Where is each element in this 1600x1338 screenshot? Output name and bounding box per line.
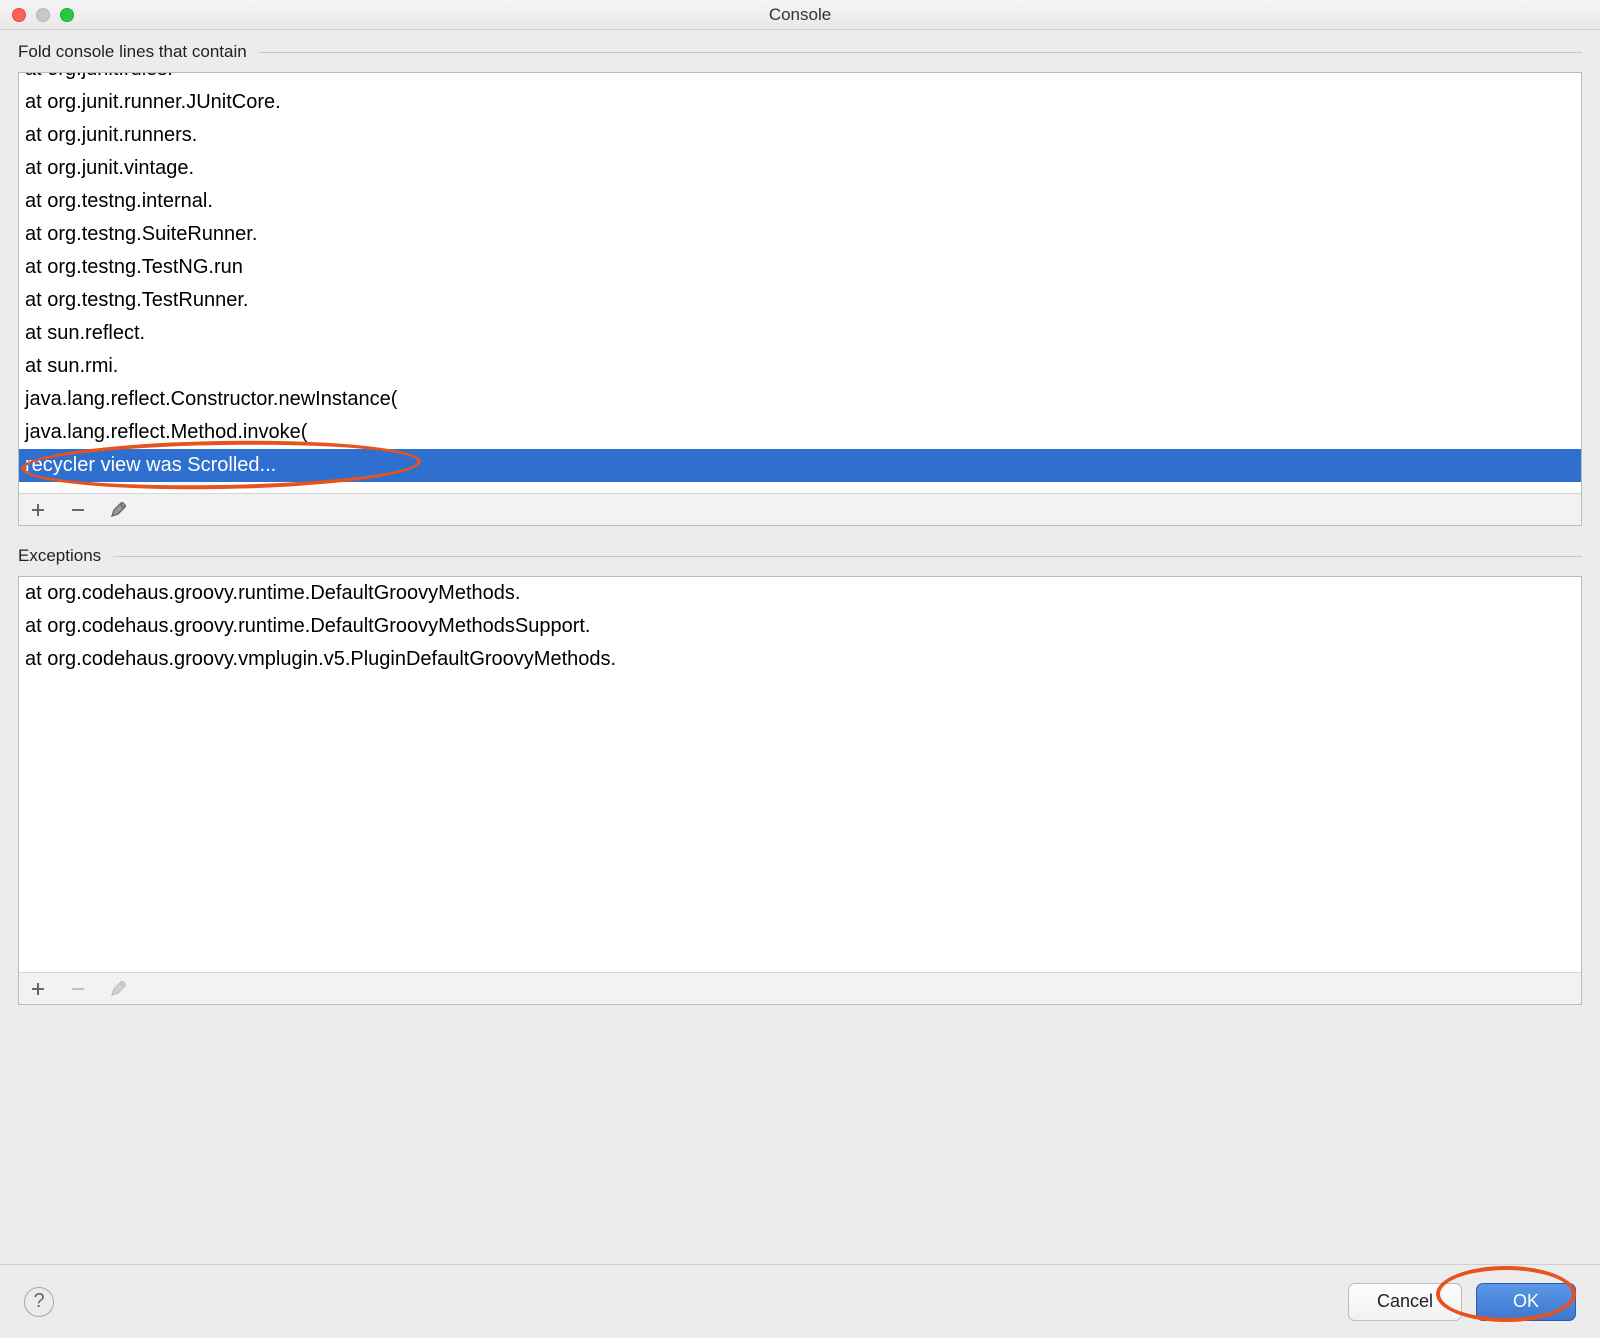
cancel-button[interactable]: Cancel bbox=[1348, 1283, 1462, 1321]
list-item[interactable]: at org.junit.vintage. bbox=[19, 152, 1581, 185]
list-item[interactable]: at org.codehaus.groovy.vmplugin.v5.Plugi… bbox=[19, 643, 1581, 676]
list-item[interactable]: recycler view was Scrolled... bbox=[19, 449, 1581, 482]
divider bbox=[113, 556, 1582, 557]
remove-icon[interactable] bbox=[69, 501, 87, 519]
fold-section-label: Fold console lines that contain bbox=[18, 42, 247, 62]
edit-icon[interactable] bbox=[109, 501, 127, 519]
zoom-window-button[interactable] bbox=[60, 8, 74, 22]
fold-list-body[interactable]: at org.junit.rules.at org.junit.runner.J… bbox=[19, 73, 1581, 493]
footer: ? Cancel OK bbox=[0, 1264, 1600, 1338]
window-title: Console bbox=[769, 5, 831, 25]
exceptions-toolbar bbox=[19, 972, 1581, 1004]
content: Fold console lines that contain at org.j… bbox=[0, 30, 1600, 1005]
fold-toolbar bbox=[19, 493, 1581, 525]
list-item[interactable]: at org.testng.TestRunner. bbox=[19, 284, 1581, 317]
edit-icon bbox=[109, 980, 127, 998]
exceptions-section-label: Exceptions bbox=[18, 546, 101, 566]
list-item[interactable]: at org.codehaus.groovy.runtime.DefaultGr… bbox=[19, 610, 1581, 643]
list-item[interactable]: at sun.rmi. bbox=[19, 350, 1581, 383]
exceptions-section: Exceptions at org.codehaus.groovy.runtim… bbox=[18, 546, 1582, 1005]
list-item[interactable]: java.lang.reflect.Method.invoke( bbox=[19, 416, 1581, 449]
list-item[interactable]: at org.testng.TestNG.run bbox=[19, 251, 1581, 284]
remove-icon bbox=[69, 980, 87, 998]
list-item[interactable]: at org.testng.SuiteRunner. bbox=[19, 218, 1581, 251]
add-icon[interactable] bbox=[29, 501, 47, 519]
exceptions-list-body[interactable]: at org.codehaus.groovy.runtime.DefaultGr… bbox=[19, 577, 1581, 972]
fold-section-header: Fold console lines that contain bbox=[18, 42, 1582, 62]
titlebar: Console bbox=[0, 0, 1600, 30]
help-button[interactable]: ? bbox=[24, 1287, 54, 1317]
list-item[interactable]: at org.testng.internal. bbox=[19, 185, 1581, 218]
list-item[interactable]: at org.junit.runner.JUnitCore. bbox=[19, 86, 1581, 119]
list-item[interactable]: at sun.reflect. bbox=[19, 317, 1581, 350]
exceptions-list: at org.codehaus.groovy.runtime.DefaultGr… bbox=[18, 576, 1582, 1005]
list-item[interactable]: at org.junit.runners. bbox=[19, 119, 1581, 152]
close-window-button[interactable] bbox=[12, 8, 26, 22]
exceptions-section-header: Exceptions bbox=[18, 546, 1582, 566]
traffic-lights bbox=[0, 8, 74, 22]
minimize-window-button[interactable] bbox=[36, 8, 50, 22]
fold-section: Fold console lines that contain at org.j… bbox=[18, 42, 1582, 526]
add-icon[interactable] bbox=[29, 980, 47, 998]
divider bbox=[259, 52, 1582, 53]
list-item[interactable]: at org.junit.rules. bbox=[19, 73, 1581, 86]
list-item[interactable]: java.lang.reflect.Constructor.newInstanc… bbox=[19, 383, 1581, 416]
fold-list: at org.junit.rules.at org.junit.runner.J… bbox=[18, 72, 1582, 526]
list-item[interactable]: at org.codehaus.groovy.runtime.DefaultGr… bbox=[19, 577, 1581, 610]
ok-button[interactable]: OK bbox=[1476, 1283, 1576, 1321]
